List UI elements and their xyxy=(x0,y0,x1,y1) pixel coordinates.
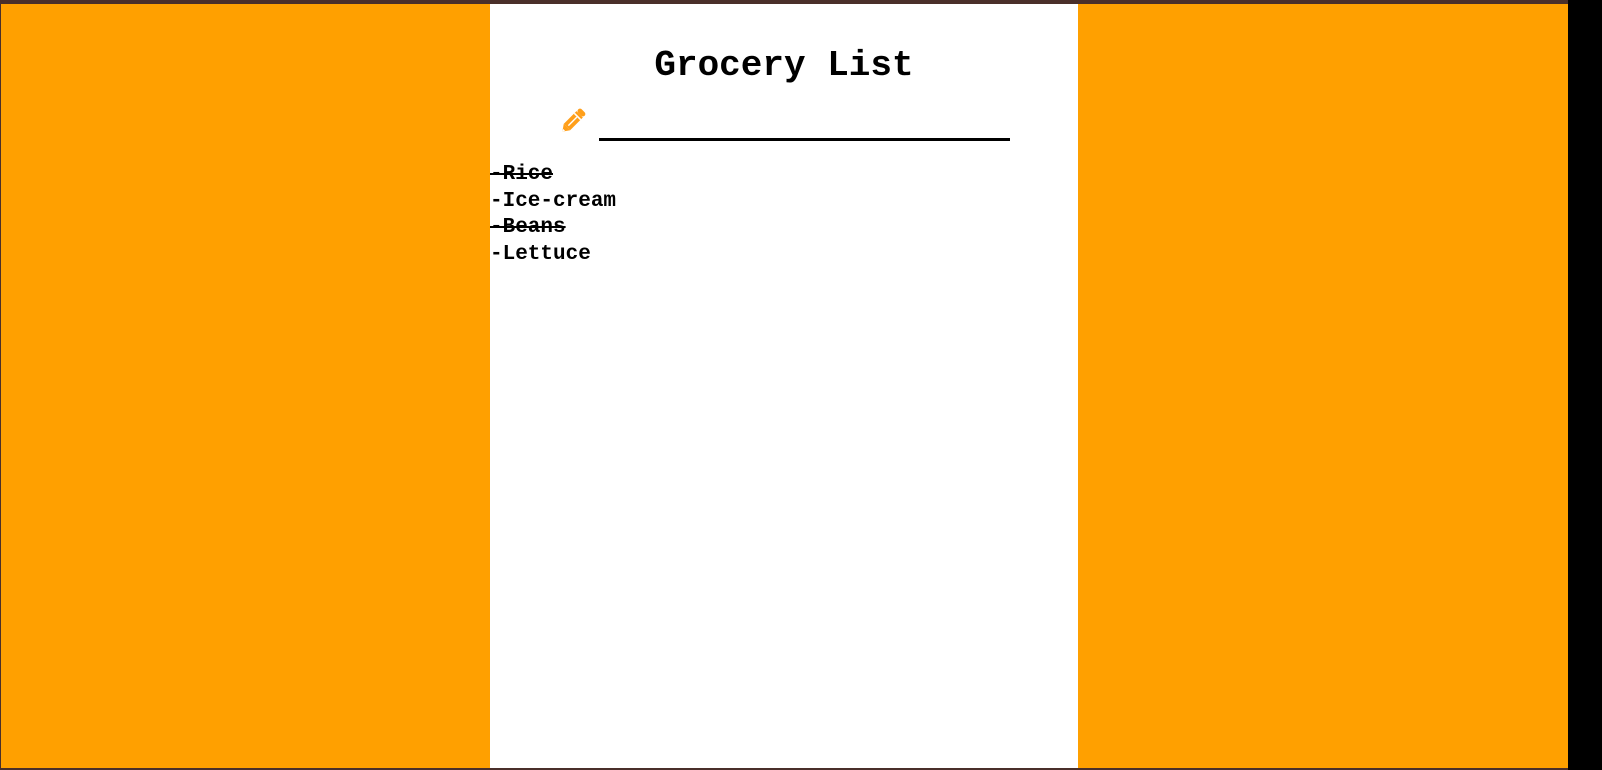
grocery-items-list: -Rice -Ice-cream -Beans -Lettuce xyxy=(490,162,616,268)
new-item-input[interactable] xyxy=(599,114,1010,141)
list-item-ice-cream[interactable]: -Ice-cream xyxy=(490,189,616,216)
page-title: Grocery List xyxy=(654,45,914,86)
window-right-edge xyxy=(1568,0,1602,770)
list-item-rice[interactable]: -Rice xyxy=(490,162,616,189)
window-left-border xyxy=(0,0,1,770)
grocery-list-panel: Grocery List -Rice -Ice-cream -Beans -Le… xyxy=(490,4,1078,768)
list-item-lettuce[interactable]: -Lettuce xyxy=(490,242,616,269)
pencil-icon xyxy=(556,102,592,138)
list-item-beans[interactable]: -Beans xyxy=(490,215,616,242)
